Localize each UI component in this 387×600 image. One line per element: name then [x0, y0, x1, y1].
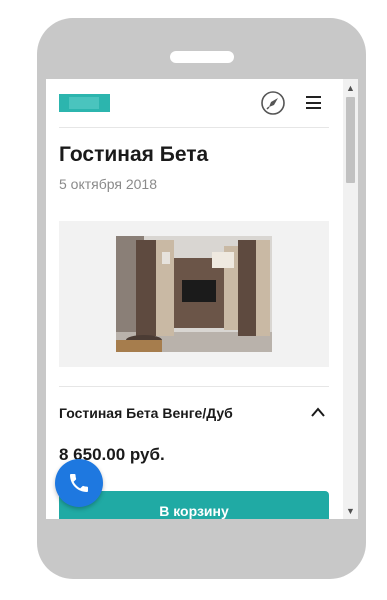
- phone-screen: Гостиная Бета 5 октября 2018 Гостиная Бе…: [46, 79, 358, 519]
- product-image-container: [59, 221, 329, 367]
- page-content: Гостиная Бета 5 октября 2018 Гостиная Бе…: [46, 79, 343, 519]
- vertical-scrollbar[interactable]: ▲ ▼: [343, 79, 358, 519]
- scroll-down-arrow-icon[interactable]: ▼: [343, 502, 358, 519]
- page-title: Гостиная Бета: [59, 143, 209, 166]
- section-divider: [59, 386, 329, 387]
- variant-title[interactable]: Гостиная Бета Венге/Дуб: [59, 405, 233, 421]
- scroll-up-arrow-icon[interactable]: ▲: [343, 79, 358, 96]
- site-header: [59, 79, 329, 128]
- phone-icon: [70, 474, 88, 492]
- logo-icon[interactable]: [59, 94, 110, 112]
- rocket-icon[interactable]: [261, 91, 285, 115]
- hamburger-menu-icon[interactable]: [306, 96, 321, 109]
- chevron-up-icon[interactable]: [310, 406, 326, 418]
- scrollbar-thumb[interactable]: [346, 97, 355, 183]
- call-button[interactable]: [55, 459, 103, 507]
- furniture-photo-icon[interactable]: [116, 236, 272, 352]
- post-date: 5 октября 2018: [59, 176, 157, 192]
- phone-speaker: [170, 51, 234, 63]
